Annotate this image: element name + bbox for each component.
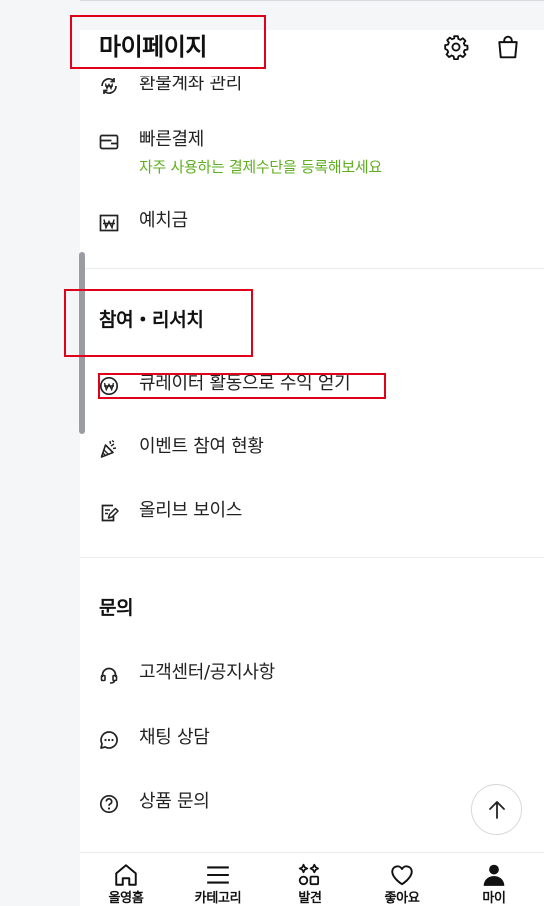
chat-consult-item[interactable]: 채팅 상담 [80,725,544,755]
left-pane [0,0,80,906]
product-inquiry-label: 상품 문의 [139,791,210,812]
highlight-box-curator [98,373,386,399]
inquiry-section-title: 문의 [99,597,134,619]
tab-category[interactable]: 카테고리 [172,853,264,906]
party-popper-icon [98,438,120,460]
event-status-label: 이벤트 참여 현황 [139,436,264,457]
deposit-won-icon [98,212,120,234]
person-icon [479,861,509,889]
section-divider [80,268,544,269]
shopping-bag-icon [498,35,518,59]
chat-bubble-icon [98,729,120,751]
tab-category-label: 카테고리 [194,891,242,906]
menu-icon [203,861,233,889]
tab-home-label: 올영홈 [108,891,144,906]
chat-consult-label: 채팅 상담 [139,727,210,748]
customer-center-item[interactable]: 고객센터/공지사항 [80,660,544,690]
highlight-box-research [64,289,253,357]
event-status-item[interactable]: 이벤트 참여 현황 [80,434,544,464]
home-icon [111,861,141,889]
cart-button[interactable] [493,32,523,62]
quick-pay-item[interactable]: 빠른결제 자주 사용하는 결제수단을 등록해보세요 [80,127,544,183]
arrow-up-icon [488,800,505,819]
discover-icon [295,861,325,889]
deposit-item[interactable]: 예치금 [80,208,544,238]
note-pen-icon [98,502,120,524]
tab-discover[interactable]: 발견 [264,853,356,906]
highlight-box-title [70,15,266,69]
section-divider [80,557,544,558]
question-circle-icon [98,793,120,815]
gear-icon [444,35,469,60]
tab-discover-label: 발견 [298,891,322,906]
quick-pay-label: 빠른결제 [139,129,205,150]
deposit-label: 예치금 [139,210,188,231]
quick-pay-subtext: 자주 사용하는 결제수단을 등록해보세요 [139,158,382,176]
bottom-tab-bar: 올영홈 카테고리 발견 좋아요 마이 [80,852,544,906]
mypage-app: 환불계좌 관리 빠른결제 자주 사용하는 결제수단을 등록해보세요 예치금 참여… [80,30,544,906]
wallet-icon [98,131,120,153]
headset-icon [98,664,120,686]
tab-my-label: 마이 [482,891,506,906]
tab-likes[interactable]: 좋아요 [356,853,448,906]
olive-voice-item[interactable]: 올리브 보이스 [80,498,544,528]
tab-likes-label: 좋아요 [384,891,420,906]
tab-my[interactable]: 마이 [448,853,540,906]
olive-voice-label: 올리브 보이스 [139,500,242,521]
scroll-top-button[interactable] [471,784,522,835]
settings-button[interactable] [441,32,471,62]
tab-home[interactable]: 올영홈 [80,853,172,906]
customer-center-label: 고객센터/공지사항 [139,662,275,683]
heart-icon [387,861,417,889]
refund-won-icon [98,75,120,97]
